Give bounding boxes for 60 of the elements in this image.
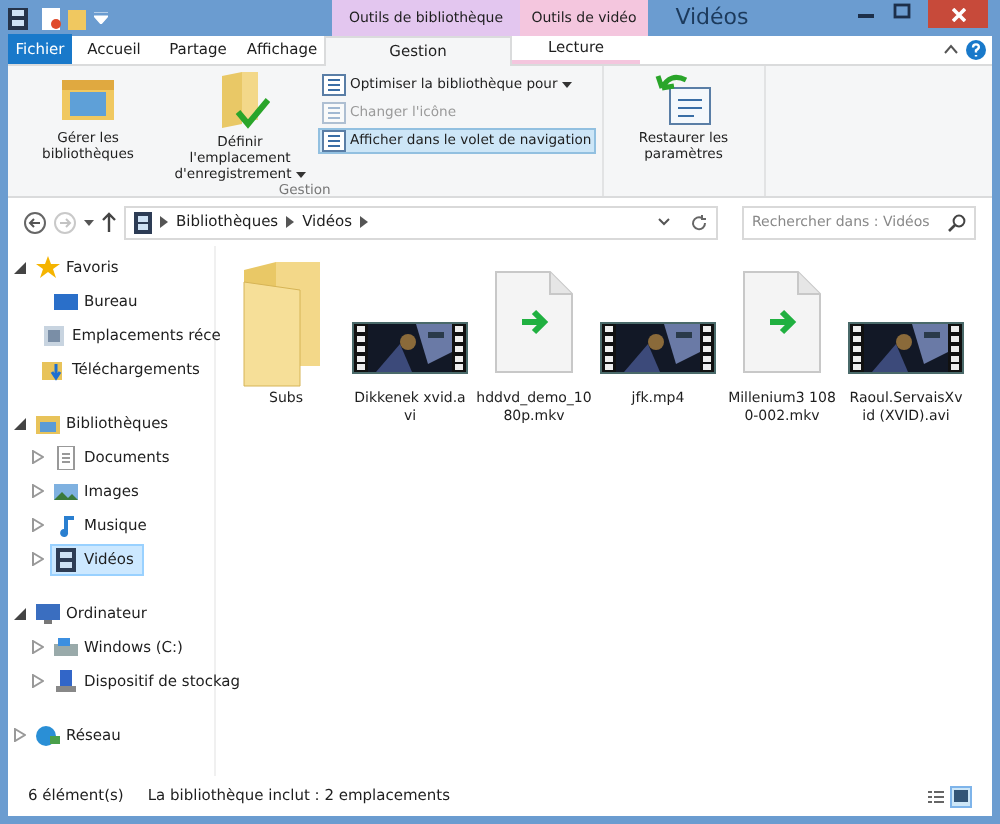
dropdown-caret-icon bbox=[561, 82, 572, 88]
window-icon[interactable] bbox=[8, 7, 28, 29]
collapsed-arrow-icon[interactable] bbox=[32, 552, 44, 566]
collapsed-arrow-icon[interactable] bbox=[14, 728, 26, 742]
change-icon-icon bbox=[322, 102, 346, 124]
dropdown-chevron-icon[interactable] bbox=[658, 218, 670, 226]
optimize-icon bbox=[322, 74, 346, 96]
film-strip-icon bbox=[850, 324, 864, 372]
recent-locations-icon[interactable] bbox=[84, 219, 94, 225]
computer-icon bbox=[36, 601, 60, 625]
chevron-right-icon[interactable] bbox=[286, 216, 295, 228]
monitor-icon bbox=[54, 289, 78, 313]
expanded-arrow-icon[interactable] bbox=[14, 261, 26, 273]
dropdown-caret-icon bbox=[295, 171, 306, 178]
film-icon bbox=[134, 211, 152, 233]
details-view-icon bbox=[927, 789, 943, 803]
film-icon bbox=[54, 547, 78, 571]
window-title: Vidéos bbox=[673, 1, 751, 34]
chevron-right-icon[interactable] bbox=[360, 216, 369, 228]
expanded-arrow-icon[interactable] bbox=[14, 607, 26, 619]
star-icon bbox=[36, 255, 60, 279]
music-note-icon bbox=[54, 513, 78, 537]
large-icons-view-icon bbox=[954, 790, 968, 802]
collapsed-arrow-icon[interactable] bbox=[32, 484, 44, 498]
document-icon bbox=[54, 445, 78, 469]
customize-toolbar-icon[interactable] bbox=[94, 12, 108, 24]
network-icon bbox=[36, 723, 60, 747]
recent-places-icon bbox=[42, 323, 66, 347]
help-icon[interactable] bbox=[966, 39, 986, 59]
close-button[interactable] bbox=[928, 0, 988, 28]
expanded-arrow-icon[interactable] bbox=[14, 417, 26, 429]
close-icon bbox=[951, 7, 965, 21]
navigation-pane-icon bbox=[322, 130, 346, 152]
file-icon bbox=[742, 270, 822, 374]
large-icons-view-button[interactable] bbox=[950, 785, 972, 807]
removable-drive-icon bbox=[54, 669, 78, 693]
image-icon bbox=[54, 479, 78, 503]
up-arrow-icon[interactable] bbox=[102, 212, 116, 232]
restore-settings-icon bbox=[653, 72, 714, 128]
refresh-icon[interactable] bbox=[690, 213, 708, 231]
collapsed-arrow-icon[interactable] bbox=[32, 674, 44, 688]
properties-icon[interactable] bbox=[42, 7, 62, 29]
collapsed-arrow-icon[interactable] bbox=[32, 450, 44, 464]
film-strip-icon bbox=[700, 324, 714, 372]
film-strip-icon bbox=[948, 324, 962, 372]
details-view-button[interactable] bbox=[924, 785, 946, 807]
collapse-ribbon-icon[interactable] bbox=[944, 44, 958, 54]
chevron-right-icon[interactable] bbox=[160, 216, 168, 228]
collapsed-arrow-icon[interactable] bbox=[32, 518, 44, 532]
library-icon bbox=[36, 411, 60, 435]
film-strip-icon bbox=[452, 324, 466, 372]
film-strip-icon bbox=[354, 324, 368, 372]
maximize-icon[interactable] bbox=[892, 0, 912, 24]
download-folder-icon bbox=[42, 357, 66, 381]
search-icon bbox=[948, 213, 966, 231]
hard-drive-icon bbox=[54, 635, 78, 659]
collapsed-arrow-icon[interactable] bbox=[32, 640, 44, 654]
back-icon[interactable] bbox=[24, 211, 46, 233]
film-strip-icon bbox=[602, 324, 616, 372]
file-icon bbox=[494, 270, 574, 374]
